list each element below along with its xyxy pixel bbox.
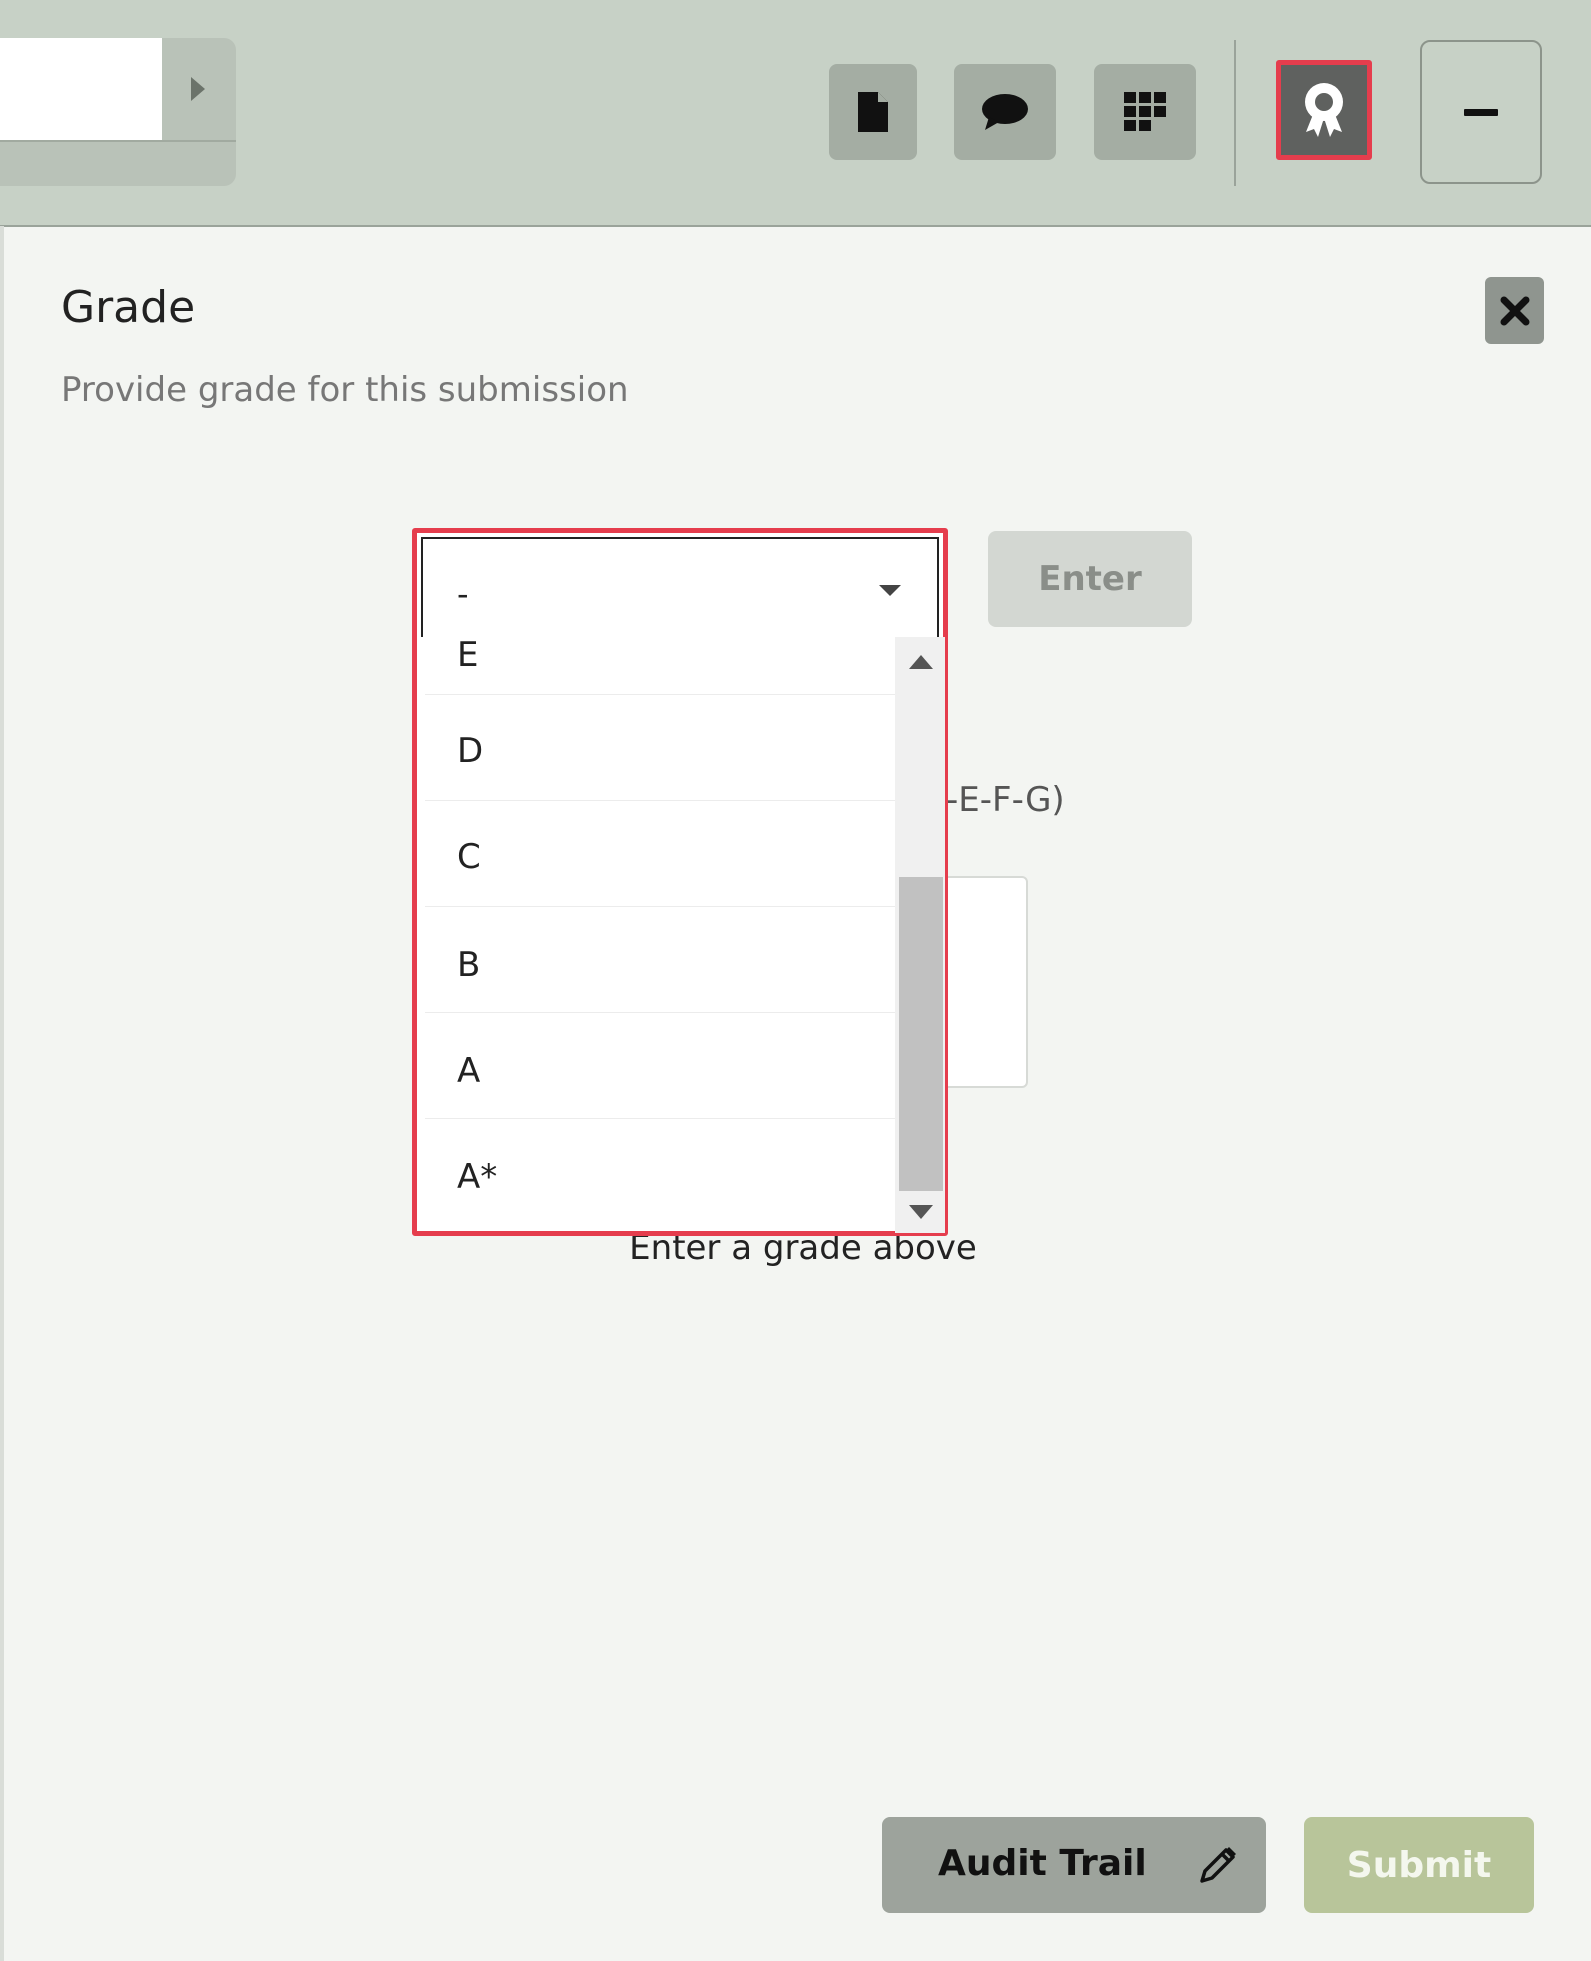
top-toolbar bbox=[0, 0, 1591, 227]
grade-option-e[interactable]: E bbox=[425, 633, 899, 695]
enter-button[interactable]: Enter bbox=[988, 531, 1192, 627]
comment-button[interactable] bbox=[954, 64, 1056, 160]
chevron-down-icon bbox=[879, 585, 901, 596]
next-page-button[interactable] bbox=[188, 74, 208, 104]
scroll-down-icon[interactable] bbox=[909, 1205, 933, 1219]
close-button[interactable] bbox=[1485, 277, 1544, 344]
page-nav-divider bbox=[0, 140, 236, 142]
minimize-icon bbox=[1464, 108, 1498, 116]
panel-subtitle: Provide grade for this submission bbox=[61, 370, 629, 410]
scrollbar-thumb[interactable] bbox=[899, 877, 943, 1191]
grade-button[interactable] bbox=[1276, 60, 1372, 160]
panel-title: Grade bbox=[61, 282, 196, 333]
grid-button[interactable] bbox=[1094, 64, 1196, 160]
grade-select[interactable]: - bbox=[421, 537, 939, 637]
grade-options-list: E D C B A A* bbox=[425, 633, 899, 1231]
grade-option-a[interactable]: A bbox=[425, 1013, 899, 1119]
grade-option-d[interactable]: D bbox=[425, 695, 899, 801]
scroll-up-icon[interactable] bbox=[909, 655, 933, 669]
comment-icon bbox=[982, 94, 1028, 130]
pencil-icon bbox=[1200, 1847, 1236, 1883]
dropdown-scrollbar[interactable] bbox=[895, 637, 945, 1233]
minimize-button[interactable] bbox=[1420, 40, 1542, 184]
submit-label: Submit bbox=[1346, 1844, 1492, 1886]
chevron-right-icon bbox=[191, 77, 205, 101]
grade-select-dropdown[interactable]: - E D C B A A* bbox=[412, 528, 948, 1236]
grade-option-a-star[interactable]: A* bbox=[425, 1119, 899, 1225]
award-icon bbox=[1305, 83, 1343, 137]
grade-scale-text: -E-F-G) bbox=[946, 780, 1065, 820]
grade-select-value: - bbox=[457, 575, 469, 613]
close-icon bbox=[1500, 296, 1529, 325]
panel-left-edge bbox=[0, 226, 4, 1961]
audit-trail-button[interactable]: Audit Trail bbox=[882, 1817, 1266, 1913]
grid-icon bbox=[1124, 92, 1166, 131]
page-navigator bbox=[0, 38, 236, 186]
toolbar-divider bbox=[1234, 40, 1236, 186]
document-button[interactable] bbox=[829, 64, 917, 160]
grade-option-c[interactable]: C bbox=[425, 801, 899, 907]
grade-option-b[interactable]: B bbox=[425, 907, 899, 1013]
page-input[interactable] bbox=[0, 38, 162, 140]
document-icon bbox=[858, 92, 888, 132]
submit-button[interactable]: Submit bbox=[1304, 1817, 1534, 1913]
audit-trail-label: Audit Trail bbox=[938, 1843, 1147, 1884]
